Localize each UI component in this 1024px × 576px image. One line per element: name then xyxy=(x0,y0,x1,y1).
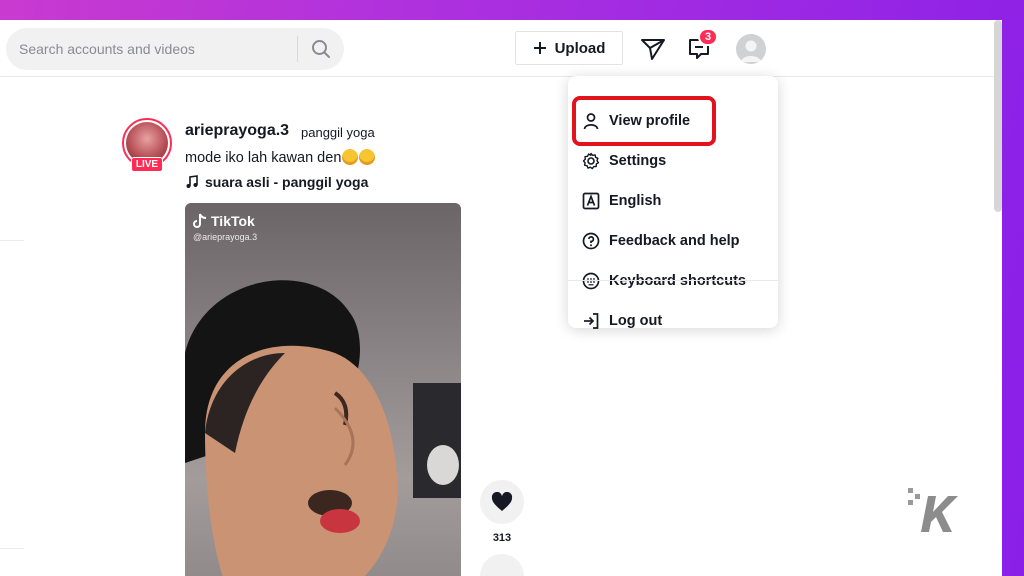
user-avatar-icon xyxy=(741,40,761,62)
video-watermark: TikTok @arieprayoga.3 xyxy=(193,213,257,242)
upload-button[interactable]: Upload xyxy=(515,31,623,65)
inbox-badge: 3 xyxy=(698,28,718,46)
like-count: 313 xyxy=(492,532,512,544)
heart-icon xyxy=(491,492,513,511)
knowtechie-watermark-logo xyxy=(908,488,958,532)
menu-item-label: Settings xyxy=(609,153,667,169)
browser-window: Upload 3 LIVE arieprayoga.3 panggil yoga… xyxy=(0,20,1002,576)
menu-item-language[interactable]: English xyxy=(568,182,778,220)
menu-item-keyboard-shortcuts[interactable]: Keyboard shortcuts xyxy=(568,262,778,300)
watermark-brand: TikTok xyxy=(211,213,255,229)
menu-item-label: Keyboard shortcuts xyxy=(609,273,746,289)
menu-item-label: English xyxy=(609,193,662,209)
menu-item-label: Log out xyxy=(609,313,663,329)
settings-highlight-annotation xyxy=(572,96,716,146)
sidebar-edge xyxy=(0,240,24,241)
upload-label: Upload xyxy=(554,39,606,57)
language-icon xyxy=(582,192,600,210)
keyboard-icon xyxy=(582,272,600,290)
video-frame-person xyxy=(185,280,461,576)
menu-item-log-out[interactable]: Log out xyxy=(568,302,778,340)
laughing-emoji-icon xyxy=(342,149,359,165)
post-music[interactable]: suara asli - panggil yoga xyxy=(185,174,368,190)
post-nickname: panggil yoga xyxy=(301,125,375,140)
tiktok-note-icon xyxy=(193,213,207,228)
gear-icon xyxy=(582,152,600,170)
avatar[interactable] xyxy=(736,34,766,64)
send-icon[interactable] xyxy=(640,36,666,62)
plus-icon xyxy=(533,42,546,54)
sidebar-edge xyxy=(0,548,24,549)
watermark-handle: @arieprayoga.3 xyxy=(193,232,258,242)
menu-item-feedback-help[interactable]: Feedback and help xyxy=(568,222,778,260)
post-caption: mode iko lah kawan den xyxy=(185,149,376,166)
post-music-label: suara asli - panggil yoga xyxy=(205,174,369,190)
music-note-icon xyxy=(186,175,198,188)
post-username[interactable]: arieprayoga.3 xyxy=(185,122,289,140)
like-button[interactable] xyxy=(480,480,524,524)
menu-item-label: Feedback and help xyxy=(609,233,740,249)
video-player[interactable]: TikTok @arieprayoga.3 xyxy=(185,203,461,576)
search-bar xyxy=(6,28,344,70)
tiktok-logo: TikTok xyxy=(193,213,257,229)
help-icon xyxy=(582,232,600,250)
menu-item-settings[interactable]: Settings xyxy=(568,142,778,180)
live-badge: LIVE xyxy=(131,157,163,172)
search-input[interactable] xyxy=(6,28,297,70)
menu-divider xyxy=(568,280,778,281)
comment-button[interactable] xyxy=(480,554,524,576)
scrollbar-thumb[interactable] xyxy=(994,20,1002,212)
post-caption-text: mode iko lah kawan den xyxy=(185,150,342,166)
laughing-emoji-icon xyxy=(359,149,376,165)
top-header: Upload 3 xyxy=(0,20,1002,77)
search-button[interactable] xyxy=(298,28,344,70)
search-icon xyxy=(312,40,330,58)
logout-icon xyxy=(584,313,599,329)
